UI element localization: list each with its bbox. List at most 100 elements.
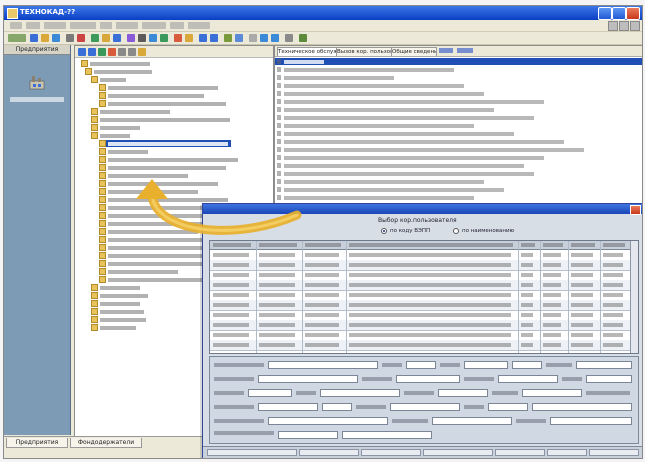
- menu-item-2[interactable]: [26, 22, 40, 29]
- tree-item[interactable]: [99, 196, 231, 203]
- document-row[interactable]: [275, 178, 642, 185]
- more-icon[interactable]: [249, 34, 257, 42]
- document-row[interactable]: [275, 186, 642, 193]
- tree-item[interactable]: [85, 68, 155, 75]
- radio-by-code[interactable]: [381, 228, 387, 234]
- tree-expand-icon[interactable]: [78, 48, 86, 56]
- tree-item[interactable]: [91, 116, 233, 123]
- form-field[interactable]: [532, 403, 632, 411]
- column-header[interactable]: [305, 243, 341, 247]
- tree-item[interactable]: [91, 324, 139, 331]
- form-field[interactable]: [498, 375, 558, 383]
- toolbar-combo[interactable]: [8, 34, 26, 42]
- folder-icon[interactable]: [102, 34, 110, 42]
- form-field[interactable]: [438, 389, 488, 397]
- mdi-minimize-icon[interactable]: [608, 21, 618, 31]
- back-icon[interactable]: [199, 34, 207, 42]
- tree-down-icon[interactable]: [128, 48, 136, 56]
- tree-collapse-icon[interactable]: [88, 48, 96, 56]
- menu-item-8[interactable]: [170, 22, 184, 29]
- menu-item-4[interactable]: [70, 22, 96, 29]
- undo-icon[interactable]: [174, 34, 182, 42]
- document-row[interactable]: [275, 106, 642, 113]
- arrow-right-icon[interactable]: [271, 34, 279, 42]
- form-field[interactable]: [488, 403, 528, 411]
- document-row[interactable]: [275, 138, 642, 145]
- tab-general[interactable]: Общие сведения: [391, 47, 437, 56]
- form-field[interactable]: [406, 361, 436, 369]
- cut-icon[interactable]: [138, 34, 146, 42]
- form-field[interactable]: [432, 417, 512, 425]
- form-field[interactable]: [268, 417, 388, 425]
- filter-icon[interactable]: [127, 34, 135, 42]
- table-row[interactable]: [210, 340, 638, 351]
- tree-item[interactable]: [99, 148, 151, 155]
- find-icon[interactable]: [113, 34, 121, 42]
- menu-item-9[interactable]: [188, 22, 210, 29]
- menu-item-1[interactable]: [10, 22, 22, 29]
- form-field[interactable]: [322, 403, 352, 411]
- paste-icon[interactable]: [160, 34, 168, 42]
- table-scrollbar[interactable]: [630, 241, 638, 353]
- form-field[interactable]: [390, 403, 460, 411]
- tree-item[interactable]: [99, 188, 201, 195]
- form-field[interactable]: [342, 431, 432, 439]
- tree-item[interactable]: [81, 60, 153, 67]
- title-bar[interactable]: ТЕХНОКАД-??: [4, 6, 642, 20]
- tree-item[interactable]: [99, 228, 201, 235]
- delete-icon[interactable]: [77, 34, 85, 42]
- plant-icon[interactable]: [28, 73, 46, 91]
- column-header[interactable]: [521, 243, 535, 247]
- form-field[interactable]: [258, 403, 318, 411]
- mdi-restore-icon[interactable]: [619, 21, 629, 31]
- document-row[interactable]: [275, 170, 642, 177]
- document-row[interactable]: [275, 90, 642, 97]
- tree-item[interactable]: [91, 308, 147, 315]
- column-header[interactable]: [571, 243, 595, 247]
- tree-item[interactable]: [99, 156, 241, 163]
- menu-item-6[interactable]: [116, 22, 138, 29]
- tree-item[interactable]: [99, 276, 211, 283]
- maximize-button[interactable]: [612, 7, 626, 20]
- tree-up-icon[interactable]: [118, 48, 126, 56]
- tab-fund-holders[interactable]: Фондодержатели: [70, 438, 142, 448]
- menu-item-3[interactable]: [44, 22, 66, 29]
- new-icon[interactable]: [30, 34, 38, 42]
- tree-props-icon[interactable]: [138, 48, 146, 56]
- document-row[interactable]: [275, 162, 642, 169]
- tab-call-user[interactable]: Вызов кор. пользователя: [336, 47, 392, 56]
- open-icon[interactable]: [41, 34, 49, 42]
- tree-item[interactable]: [91, 284, 143, 291]
- form-field[interactable]: [550, 417, 632, 425]
- link-2[interactable]: [457, 48, 473, 53]
- tree-item[interactable]: [99, 180, 221, 187]
- tree-item[interactable]: [99, 140, 231, 147]
- copy-icon[interactable]: [149, 34, 157, 42]
- save-icon[interactable]: [52, 34, 60, 42]
- tree-item[interactable]: [91, 76, 129, 83]
- tree-item[interactable]: [99, 268, 181, 275]
- tree-item[interactable]: [99, 84, 221, 91]
- menu-item-5[interactable]: [100, 22, 112, 29]
- help-icon[interactable]: [299, 34, 307, 42]
- close-button[interactable]: [626, 7, 640, 20]
- document-row[interactable]: [275, 82, 642, 89]
- minimize-button[interactable]: [598, 7, 612, 20]
- tab-maintenance[interactable]: Техническое обслуживание: [277, 47, 337, 56]
- document-row[interactable]: [275, 74, 642, 81]
- document-row[interactable]: [275, 146, 642, 153]
- tree-item[interactable]: [91, 124, 143, 131]
- form-field[interactable]: [396, 375, 460, 383]
- form-field[interactable]: [464, 361, 508, 369]
- document-row[interactable]: [275, 58, 642, 65]
- properties-icon[interactable]: [224, 34, 232, 42]
- tree-item[interactable]: [99, 92, 207, 99]
- document-row[interactable]: [275, 98, 642, 105]
- document-row[interactable]: [275, 66, 642, 73]
- tree-item[interactable]: [91, 132, 133, 139]
- form-field[interactable]: [522, 389, 582, 397]
- tree-item[interactable]: [91, 108, 173, 115]
- document-row[interactable]: [275, 154, 642, 161]
- tree-item[interactable]: [99, 172, 191, 179]
- document-row[interactable]: [275, 130, 642, 137]
